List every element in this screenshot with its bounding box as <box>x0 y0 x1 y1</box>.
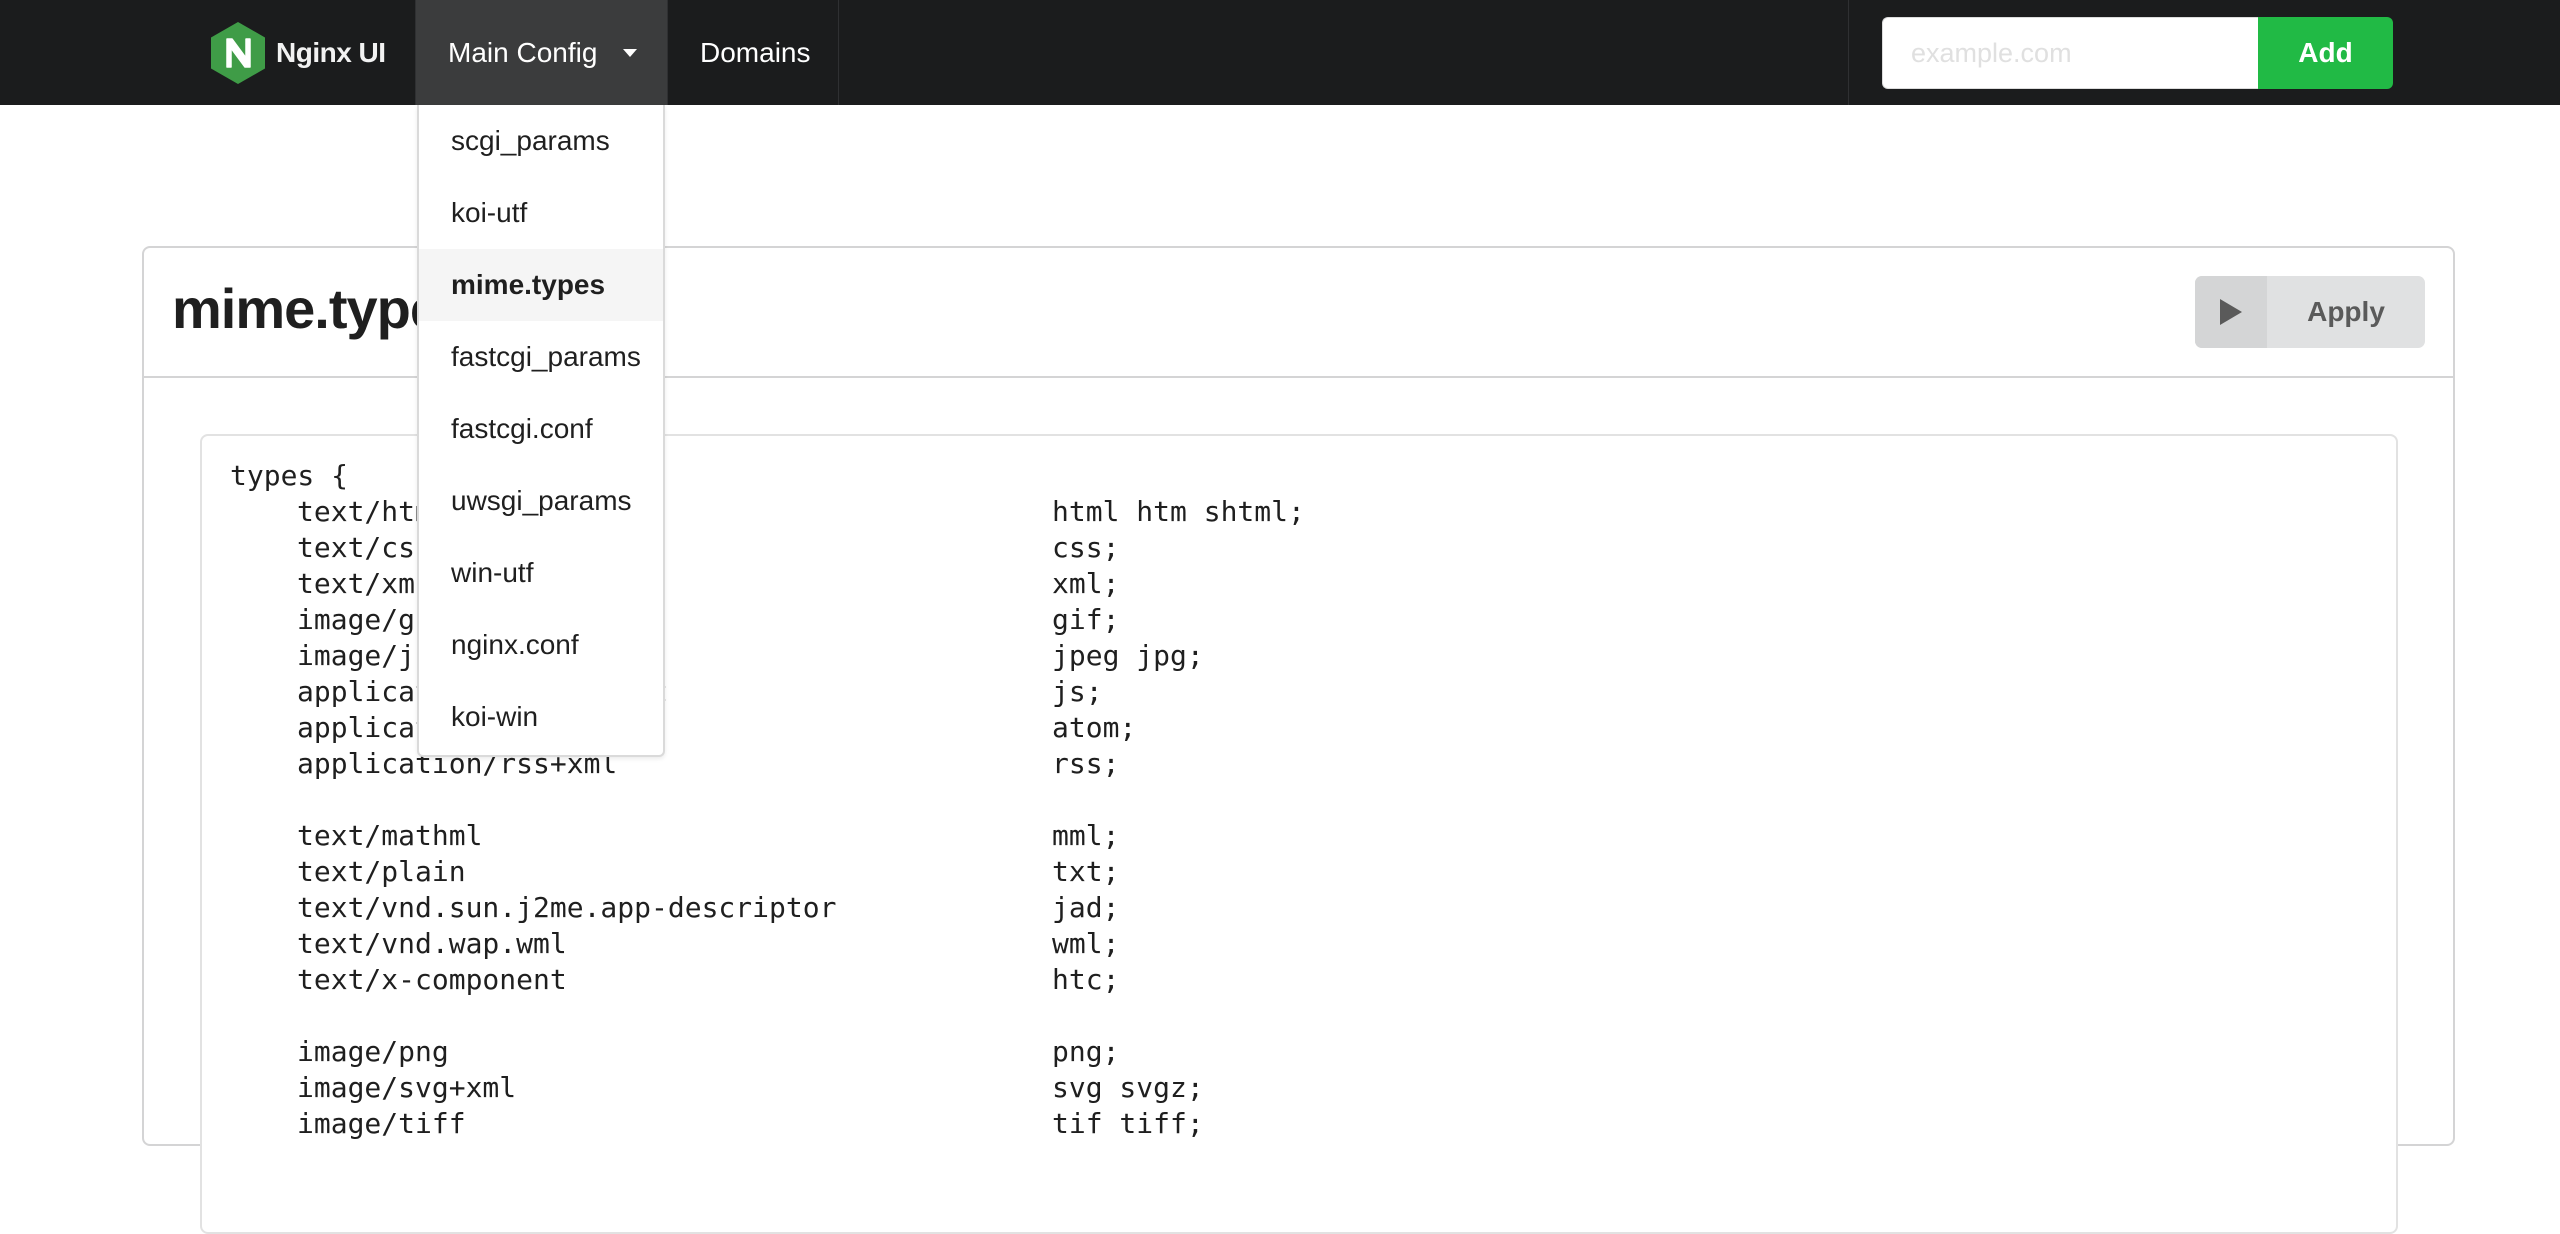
mime-type: text/vnd.wap.wml <box>297 927 567 960</box>
nav-main-config[interactable]: Main Config <box>415 0 667 105</box>
code-line: image/tiff tif tiff; <box>230 1106 2396 1142</box>
code-line: text/mathml mml; <box>230 818 2396 854</box>
mime-type: text/css <box>297 531 432 564</box>
dropdown-item-uwsgi-params[interactable]: uwsgi_params <box>419 465 663 537</box>
mime-type: image/png <box>297 1035 449 1068</box>
caret-down-icon <box>623 48 638 57</box>
mime-extensions: css; <box>1052 531 1120 564</box>
mime-type: text/x-component <box>297 963 567 996</box>
apply-button[interactable]: Apply <box>2195 276 2425 348</box>
dropdown-item-koi-utf[interactable]: koi-utf <box>419 177 663 249</box>
mime-type: text/plain <box>297 855 466 888</box>
mime-type: text/mathml <box>297 819 483 852</box>
code-line: text/vnd.wap.wml wml; <box>230 926 2396 962</box>
brand-name: Nginx UI <box>276 36 386 68</box>
dropdown-item-scgi-params[interactable]: scgi_params <box>419 105 663 177</box>
nav-domains-label: Domains <box>700 36 811 68</box>
dropdown-item-fastcgi-params[interactable]: fastcgi_params <box>419 321 663 393</box>
nginx-logo-icon <box>211 21 265 84</box>
code-line: image/png png; <box>230 1034 2396 1070</box>
mime-extensions: png; <box>1052 1035 1120 1068</box>
play-icon <box>2195 276 2267 348</box>
nav-domains[interactable]: Domains <box>667 0 839 105</box>
mime-type: image/svg+xml <box>297 1071 517 1104</box>
dropdown-item-nginx-conf[interactable]: nginx.conf <box>419 609 663 681</box>
mime-extensions: html htm shtml; <box>1052 495 1305 528</box>
navbar-divider <box>1848 0 1849 105</box>
mime-extensions: rss; <box>1052 747 1120 780</box>
mime-extensions: tif tiff; <box>1052 1107 1204 1140</box>
add-domain-button[interactable]: Add <box>2258 17 2393 89</box>
code-line: image/svg+xml svg svgz; <box>230 1070 2396 1106</box>
dropdown-item-fastcgi-conf[interactable]: fastcgi.conf <box>419 393 663 465</box>
code-line: text/plain txt; <box>230 854 2396 890</box>
mime-extensions: xml; <box>1052 567 1120 600</box>
mime-extensions: svg svgz; <box>1052 1071 1204 1104</box>
mime-type: image/tiff <box>297 1107 466 1140</box>
apply-button-label: Apply <box>2307 296 2385 327</box>
nav-main-config-label: Main Config <box>448 36 598 68</box>
mime-extensions: txt; <box>1052 855 1120 888</box>
code-line: text/vnd.sun.j2me.app-descriptor jad; <box>230 890 2396 926</box>
mime-extensions: atom; <box>1052 711 1137 744</box>
dropdown-item-win-utf[interactable]: win-utf <box>419 537 663 609</box>
mime-extensions: mml; <box>1052 819 1120 852</box>
add-domain-form: Add <box>1882 17 2393 89</box>
domain-input[interactable] <box>1882 17 2258 89</box>
mime-type: text/xml <box>297 567 432 600</box>
mime-extensions: gif; <box>1052 603 1120 636</box>
mime-extensions: js; <box>1052 675 1103 708</box>
brand[interactable]: Nginx UI <box>208 0 386 105</box>
top-navbar: Nginx UI Main Config Domains Add <box>0 0 2560 105</box>
main-config-dropdown-menu: scgi_params koi-utf mime.types fastcgi_p… <box>417 105 665 757</box>
code-line: text/x-component htc; <box>230 962 2396 998</box>
mime-extensions: jpeg jpg; <box>1052 639 1204 672</box>
dropdown-item-mime-types[interactable]: mime.types <box>419 249 663 321</box>
dropdown-item-koi-win[interactable]: koi-win <box>419 681 663 753</box>
mime-extensions: jad; <box>1052 891 1120 924</box>
mime-extensions: wml; <box>1052 927 1120 960</box>
mime-type: text/vnd.sun.j2me.app-descriptor <box>297 891 837 924</box>
mime-extensions: htc; <box>1052 963 1120 996</box>
